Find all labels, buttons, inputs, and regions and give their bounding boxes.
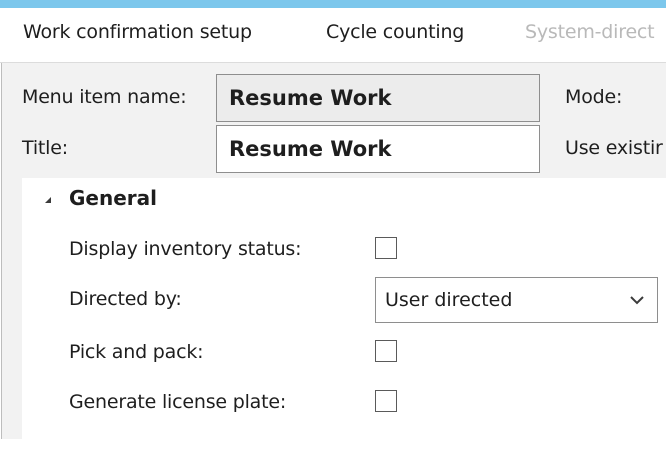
directed-by-label: Directed by: bbox=[69, 288, 182, 310]
tab-strip: Work confirmation setup Cycle counting S… bbox=[0, 8, 666, 63]
generate-license-plate-label: Generate license plate: bbox=[69, 391, 287, 413]
collapse-triangle-icon[interactable] bbox=[45, 197, 51, 203]
generate-license-plate-checkbox[interactable] bbox=[375, 390, 397, 412]
title-label: Title: bbox=[22, 137, 68, 159]
directed-by-select[interactable]: User directed bbox=[375, 277, 658, 323]
general-group-header[interactable]: General bbox=[69, 186, 157, 210]
tab-system-directed[interactable]: System-direct bbox=[525, 21, 655, 43]
tab-cycle-counting[interactable]: Cycle counting bbox=[326, 21, 464, 43]
mode-label: Mode: bbox=[565, 86, 623, 108]
menu-item-name-label: Menu item name: bbox=[22, 86, 187, 108]
chevron-down-icon bbox=[630, 296, 644, 305]
pick-and-pack-checkbox[interactable] bbox=[375, 340, 397, 362]
title-field[interactable]: Resume Work bbox=[216, 125, 540, 173]
cropped-bottom-edge bbox=[0, 439, 666, 452]
tab-work-confirmation-setup[interactable]: Work confirmation setup bbox=[23, 21, 252, 43]
use-existing-label: Use existir bbox=[565, 137, 663, 159]
directed-by-value: User directed bbox=[385, 289, 513, 311]
pick-and-pack-label: Pick and pack: bbox=[69, 341, 204, 363]
display-inventory-status-label: Display inventory status: bbox=[69, 238, 302, 260]
display-inventory-status-checkbox[interactable] bbox=[375, 237, 397, 259]
window-accent-bar bbox=[0, 0, 666, 8]
menu-item-name-field[interactable]: Resume Work bbox=[216, 74, 540, 122]
